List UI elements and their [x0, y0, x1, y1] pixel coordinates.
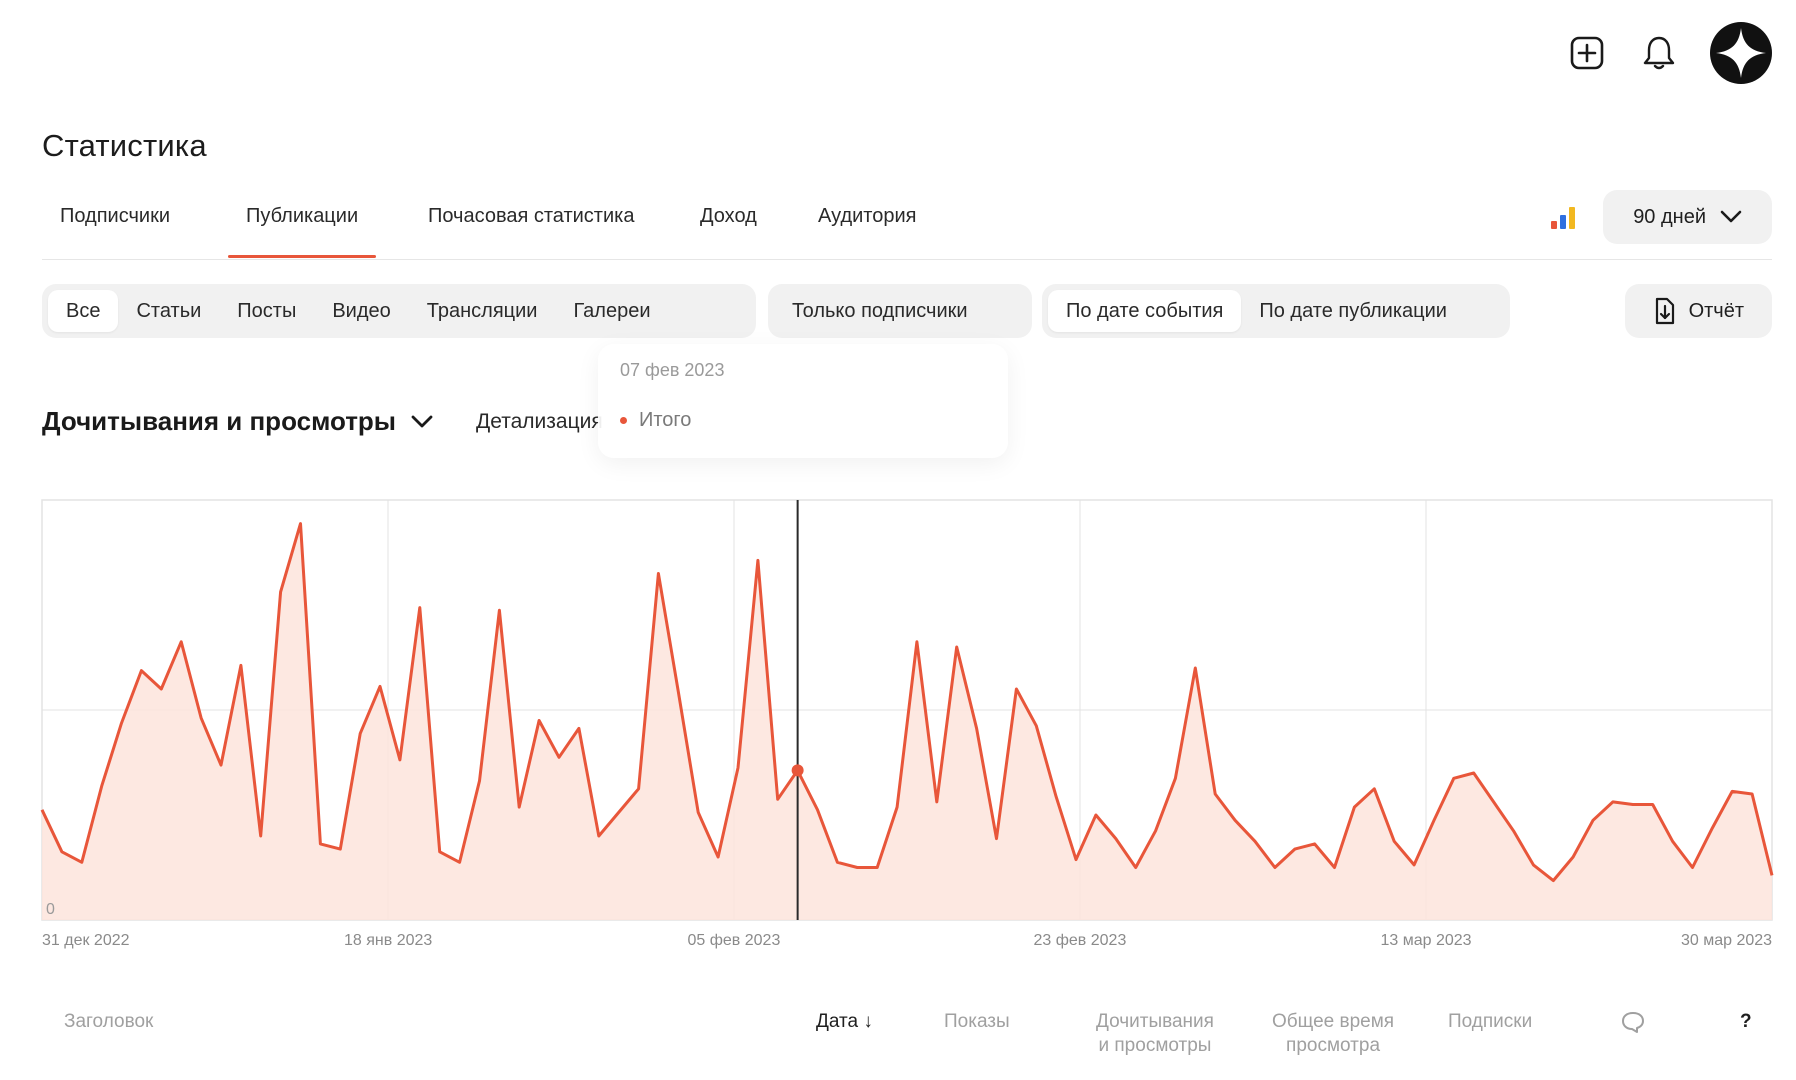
report-label: Отчёт	[1688, 299, 1744, 322]
header-actions	[1566, 22, 1772, 84]
period-label: 90 дней	[1633, 205, 1706, 228]
tooltip-series-row: Итого	[620, 409, 986, 432]
plus-square-icon[interactable]	[1566, 32, 1608, 74]
help-button[interactable]: ?	[1740, 1010, 1752, 1034]
filter-by-event-date[interactable]: По дате события	[1048, 290, 1242, 332]
x-tick-label: 05 фев 2023	[687, 932, 781, 949]
chevron-down-icon	[411, 415, 433, 427]
y-tick-label: 0	[46, 901, 55, 918]
x-tick-label: 23 фев 2023	[1033, 932, 1127, 949]
chart-plot: 0	[40, 499, 1774, 921]
filter-posts[interactable]: Посты	[219, 290, 314, 332]
column-watch-time-line2: просмотра	[1286, 1035, 1381, 1056]
column-watch-time[interactable]: Общее время просмотра	[1272, 1010, 1394, 1058]
column-watch-time-line1: Общее время	[1272, 1011, 1395, 1032]
page-title: Статистика	[42, 128, 207, 163]
subscribers-only-filter: Только подписчики	[768, 284, 1032, 338]
metric-select[interactable]: Дочитывания и просмотры	[42, 406, 434, 437]
tabs-right-controls: 90 дней	[1547, 190, 1772, 244]
column-reads[interactable]: Дочитывания и просмотры	[1096, 1010, 1214, 1058]
tab-hourly-stats[interactable]: Почасовая статистика	[410, 204, 652, 254]
x-tick-label: 30 мар 2023	[1681, 932, 1773, 949]
filter-streams[interactable]: Трансляции	[409, 290, 556, 332]
tab-publications[interactable]: Публикации	[228, 204, 377, 258]
detail-select[interactable]: Детализация	[476, 410, 603, 434]
filter-articles[interactable]: Статьи	[118, 290, 219, 332]
comment-icon[interactable]	[1620, 1010, 1646, 1041]
bell-icon[interactable]	[1638, 32, 1680, 74]
x-axis-labels: 31 дек 2022 18 янв 2023 05 фев 2023 23 фев …	[42, 932, 1772, 956]
filter-video[interactable]: Видео	[314, 290, 408, 332]
date-mode-filter: По дате события По дате публикации	[1042, 284, 1510, 338]
filter-by-publication-date[interactable]: По дате публикации	[1241, 290, 1465, 332]
filter-all[interactable]: Все	[48, 290, 119, 332]
metric-row: Дочитывания и просмотры Детализация	[42, 406, 603, 437]
table-header: Заголовок Дата ↓ Показы Дочитывания и пр…	[42, 1010, 1772, 1070]
chart-tooltip: 07 фев 2023 Итого	[598, 344, 1008, 458]
metric-label: Дочитывания и просмотры	[42, 406, 397, 436]
content-type-filter: Все Статьи Посты Видео Трансляции Галере…	[42, 284, 756, 338]
bar-chart-icon[interactable]	[1547, 201, 1579, 233]
tab-subscribers[interactable]: Подписчики	[42, 204, 188, 254]
tab-income[interactable]: Доход	[682, 204, 775, 254]
tooltip-series-label: Итого	[639, 409, 692, 431]
column-impressions[interactable]: Показы	[944, 1010, 1010, 1034]
views-chart[interactable]: 0 31 дек 2022 18 янв 2023 05 фев 2023 23 фе…	[40, 499, 1774, 960]
report-button[interactable]: Отчёт	[1624, 284, 1772, 338]
series-dot-icon	[620, 417, 627, 424]
column-date[interactable]: Дата ↓	[816, 1010, 873, 1034]
filter-galleries[interactable]: Галереи	[555, 290, 668, 332]
filters-row: Все Статьи Посты Видео Трансляции Галере…	[42, 284, 1772, 338]
report-download-icon	[1655, 297, 1674, 325]
x-tick-label: 31 дек 2022	[42, 932, 130, 949]
tab-audience[interactable]: Аудитория	[800, 204, 934, 254]
x-tick-label: 13 мар 2023	[1380, 932, 1472, 949]
chevron-down-icon	[1720, 210, 1742, 223]
period-select[interactable]: 90 дней	[1603, 190, 1772, 244]
column-reads-line2: и просмотры	[1098, 1035, 1212, 1056]
x-tick-label: 18 янв 2023	[344, 932, 433, 949]
column-subscriptions[interactable]: Подписки	[1448, 1010, 1532, 1034]
star-avatar-icon[interactable]	[1710, 22, 1772, 84]
column-reads-line1: Дочитывания	[1096, 1011, 1214, 1032]
column-title[interactable]: Заголовок	[64, 1010, 153, 1034]
highlight-point	[791, 764, 804, 777]
tooltip-date: 07 фев 2023	[620, 360, 725, 380]
main-tabs: Подписчики Публикации Почасовая статисти…	[42, 190, 1772, 260]
filter-subscribers-only[interactable]: Только подписчики	[774, 290, 986, 332]
